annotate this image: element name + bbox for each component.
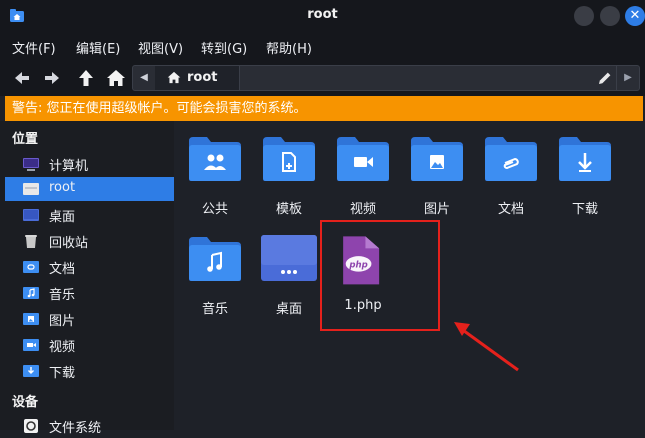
file-item-downloads[interactable]: 下载 [548, 121, 622, 217]
file-item-pictures[interactable]: 图片 [400, 121, 474, 217]
sidebar-item-label: 文档 [49, 262, 76, 277]
desktop-icon [23, 209, 39, 221]
sidebar-item-desktop[interactable]: 桌面 [5, 203, 174, 227]
title-bar: root ✕ [0, 0, 645, 32]
path-scroll-left-button[interactable]: ◀ [133, 66, 156, 90]
back-arrow-icon[interactable] [12, 69, 32, 87]
sidebar-item-computer[interactable]: 计算机 [5, 152, 174, 176]
sidebar-item-downloads[interactable]: 下载 [5, 359, 174, 383]
filesystem-icon [24, 419, 38, 433]
file-item-templates[interactable]: 模板 [252, 121, 326, 217]
sidebar-item-filesystem[interactable]: 文件系统 [5, 414, 174, 438]
sidebar-item-label: 桌面 [49, 210, 76, 225]
forward-arrow-icon[interactable] [42, 69, 62, 87]
documents-folder-icon [23, 261, 39, 273]
templates-folder-icon [263, 137, 315, 181]
pictures-folder-icon [411, 137, 463, 181]
sidebar-item-label: 下载 [49, 366, 76, 381]
downloads-folder-icon [559, 137, 611, 181]
edit-pencil-icon[interactable] [597, 70, 613, 86]
menu-file[interactable]: 文件(F) [12, 38, 56, 57]
home-icon[interactable] [106, 69, 126, 87]
file-name: 音乐 [201, 302, 228, 317]
computer-icon [23, 158, 39, 171]
sidebar: 位置 计算机 root 桌面 回收站 文档 音乐 图片 视频 下载 设备 文件系… [0, 121, 174, 436]
sidebar-item-pictures[interactable]: 图片 [5, 307, 174, 331]
downloads-folder-icon [23, 365, 39, 377]
home-icon [167, 71, 181, 84]
close-icon: ✕ [629, 8, 641, 23]
file-item-public[interactable]: 公共 [178, 121, 252, 217]
close-button[interactable]: ✕ [625, 6, 645, 26]
location-bar: ◀ root ▶ [132, 65, 640, 91]
sidebar-item-trash[interactable]: 回收站 [5, 229, 174, 253]
file-name: 模板 [275, 202, 302, 217]
sidebar-item-root[interactable]: root [5, 177, 174, 201]
pictures-folder-icon [23, 313, 39, 325]
sidebar-item-label: 回收站 [49, 236, 89, 251]
home-folder-icon [23, 183, 39, 195]
maximize-button[interactable] [600, 6, 620, 26]
file-name: 图片 [423, 202, 450, 217]
desktop-folder-icon [261, 235, 317, 281]
public-folder-icon [189, 137, 241, 181]
file-name: 视频 [349, 202, 376, 217]
file-name: 公共 [201, 202, 228, 217]
sidebar-item-videos[interactable]: 视频 [5, 333, 174, 357]
sidebar-item-documents[interactable]: 文档 [5, 255, 174, 279]
menu-edit[interactable]: 编辑(E) [76, 38, 120, 57]
up-arrow-icon[interactable] [76, 69, 96, 87]
file-item-music[interactable]: 音乐 [178, 221, 252, 317]
minimize-button[interactable] [574, 6, 594, 26]
sidebar-item-label: 图片 [49, 314, 76, 329]
videos-folder-icon [337, 137, 389, 181]
places-header: 位置 [12, 132, 39, 147]
file-name: 文档 [497, 202, 524, 217]
file-item-desktop[interactable]: 桌面 [252, 221, 326, 317]
sidebar-item-label: 视频 [49, 340, 76, 355]
trash-icon [25, 235, 37, 248]
music-folder-icon [189, 237, 241, 281]
videos-folder-icon [23, 339, 39, 351]
root-warning-banner: 警告: 您正在使用超级帐户。可能会损害您的系统。 [5, 96, 643, 121]
documents-folder-icon [485, 137, 537, 181]
sidebar-item-label: root [49, 180, 76, 195]
path-root-button[interactable]: root [155, 66, 240, 90]
sidebar-item-label: 计算机 [49, 159, 89, 174]
music-folder-icon [23, 287, 39, 299]
file-name: 桌面 [275, 302, 302, 317]
menu-view[interactable]: 视图(V) [138, 38, 183, 57]
path-root-label: root [187, 70, 218, 85]
file-item-videos[interactable]: 视频 [326, 121, 400, 217]
menu-bar: 文件(F) 编辑(E) 视图(V) 转到(G) 帮助(H) [0, 32, 645, 60]
highlight-box [320, 220, 440, 331]
file-name: 下载 [571, 202, 598, 217]
sidebar-item-label: 文件系统 [49, 421, 102, 436]
sidebar-item-label: 音乐 [49, 288, 76, 303]
menu-go[interactable]: 转到(G) [201, 38, 247, 57]
menu-help[interactable]: 帮助(H) [266, 38, 312, 57]
path-scroll-right-button[interactable]: ▶ [616, 66, 639, 90]
file-item-documents[interactable]: 文档 [474, 121, 548, 217]
devices-header: 设备 [12, 395, 39, 410]
pointer-arrow-icon [454, 322, 519, 372]
window-title: root [307, 7, 338, 22]
sidebar-item-music[interactable]: 音乐 [5, 281, 174, 305]
